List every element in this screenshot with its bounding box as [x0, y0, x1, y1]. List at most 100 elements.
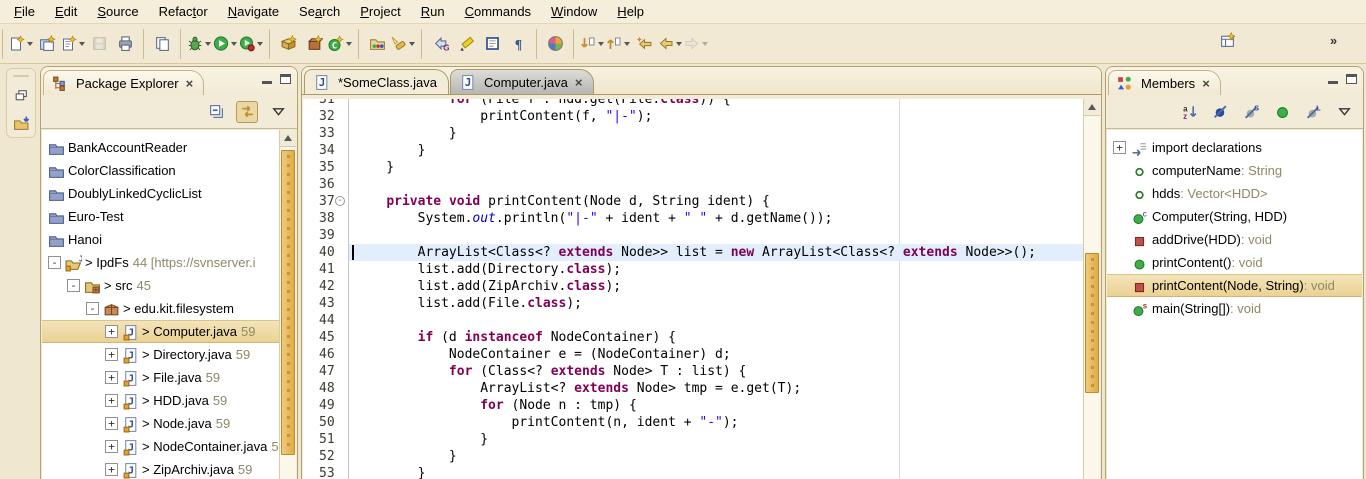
scrollbar-thumb[interactable] [281, 150, 295, 455]
tree-item[interactable]: DoublyLinkedCyclicList [42, 182, 279, 205]
member-item[interactable]: +import declarations [1107, 136, 1362, 159]
toolbar-overflow-button[interactable]: » [1325, 32, 1342, 54]
code-line-43[interactable]: 43 list.add(File.class); [303, 295, 1083, 312]
code-line-41[interactable]: 41 list.add(Directory.class); [303, 261, 1083, 278]
expand-icon[interactable]: + [105, 463, 118, 476]
dropdown-arrow-icon[interactable] [676, 42, 682, 46]
line-number[interactable]: 51 [303, 431, 349, 448]
dropdown-arrow-icon[interactable] [624, 42, 630, 46]
dropdown-arrow-icon[interactable] [598, 42, 604, 46]
collapse-icon[interactable]: - [86, 302, 99, 315]
view-menu-button[interactable] [267, 101, 289, 123]
line-number[interactable]: 38 [303, 210, 349, 227]
dropdown-arrow-icon[interactable] [79, 42, 85, 46]
hide-local-button[interactable]: L [1302, 101, 1324, 123]
member-item[interactable]: addDrive(HDD) : void [1107, 228, 1362, 251]
code-line-36[interactable]: 36 [303, 176, 1083, 193]
line-number[interactable]: 46 [303, 346, 349, 363]
package-explorer-tab[interactable]: Package Explorer × [43, 70, 204, 95]
forward-button[interactable] [684, 32, 708, 56]
package-explorer-scrollbar[interactable] [279, 130, 296, 479]
line-number[interactable]: 40 [303, 244, 349, 261]
minimize-button[interactable] [262, 81, 272, 84]
code-area[interactable]: 31 for (File f : hdd.get(File.class)) {3… [303, 99, 1083, 479]
menu-window[interactable]: Window [541, 2, 607, 21]
line-number[interactable]: 44 [303, 312, 349, 329]
fast-view-handle[interactable] [13, 75, 29, 77]
tree-item[interactable]: +J> ZipArchiv.java59 [42, 458, 279, 479]
dropdown-arrow-icon[interactable] [205, 42, 211, 46]
code-line-33[interactable]: 33 } [303, 125, 1083, 142]
menu-refactor[interactable]: Refactor [149, 2, 218, 21]
member-item[interactable]: computerName : String [1107, 159, 1362, 182]
line-number[interactable]: 47 [303, 363, 349, 380]
code-line-46[interactable]: 46 NodeContainer e = (NodeContainer) d; [303, 346, 1083, 363]
dropdown-arrow-icon[interactable] [702, 42, 708, 46]
member-item[interactable]: printContent(Node, String) : void [1107, 274, 1362, 297]
menu-source[interactable]: Source [87, 2, 148, 21]
code-line-49[interactable]: 49 for (Node n : tmp) { [303, 397, 1083, 414]
code-line-32[interactable]: 32 printContent(f, "|-"); [303, 108, 1083, 125]
line-number[interactable]: 33 [303, 125, 349, 142]
members-tab[interactable]: Members × [1108, 70, 1221, 95]
editor-scrollbar[interactable] [1083, 99, 1100, 479]
view-menu-button[interactable] [1333, 101, 1355, 123]
new-editor-button[interactable] [35, 32, 59, 56]
menu-search[interactable]: Search [289, 2, 350, 21]
tree-item[interactable]: -> edu.kit.filesystem [42, 297, 279, 320]
minimize-button[interactable] [1328, 81, 1338, 84]
line-number[interactable]: 42 [303, 278, 349, 295]
line-number[interactable]: 43 [303, 295, 349, 312]
code-line-40[interactable]: 40 ArrayList<Class<? extends Node>> list… [303, 244, 1083, 261]
maximize-button[interactable] [1346, 74, 1357, 84]
expand-icon[interactable]: + [105, 417, 118, 430]
debug-button[interactable] [187, 32, 211, 56]
hide-static-button[interactable]: S [1240, 101, 1262, 123]
expand-icon[interactable]: + [1113, 141, 1126, 154]
menu-navigate[interactable]: Navigate [218, 2, 289, 21]
line-number[interactable]: 32 [303, 108, 349, 125]
line-number[interactable]: 41 [303, 261, 349, 278]
code-line-45[interactable]: 45 if (d instanceof NodeContainer) { [303, 329, 1083, 346]
menu-edit[interactable]: Edit [45, 2, 87, 21]
dropdown-arrow-icon[interactable] [257, 42, 263, 46]
code-line-42[interactable]: 42 list.add(ZipArchiv.class); [303, 278, 1083, 295]
tree-item[interactable]: BankAccountReader [42, 136, 279, 159]
code-line-53[interactable]: 53 } [303, 465, 1083, 479]
dropdown-arrow-icon[interactable] [409, 42, 415, 46]
mark-occurrences-button[interactable]: G [428, 32, 452, 56]
close-icon[interactable]: × [575, 75, 583, 90]
close-icon[interactable]: × [186, 76, 194, 91]
line-number[interactable]: 39 [303, 227, 349, 244]
code-line-51[interactable]: 51 } [303, 431, 1083, 448]
tree-item[interactable]: -J> IpdFs44 [https://svnserver.i [42, 251, 279, 274]
maximize-button[interactable] [280, 74, 291, 84]
code-line-39[interactable]: 39 [303, 227, 1083, 244]
line-number[interactable]: 53 [303, 465, 349, 479]
new-view-button[interactable] [61, 32, 85, 56]
hide-fields-button[interactable] [1209, 101, 1231, 123]
new-java-project-button[interactable] [276, 32, 300, 56]
collapse-all-button[interactable] [205, 101, 227, 123]
tree-item[interactable]: +J> NodeContainer.java59 [42, 435, 279, 458]
menu-project[interactable]: Project [350, 2, 410, 21]
show-whitespace-button[interactable]: ¶ [506, 32, 530, 56]
line-number[interactable]: 50 [303, 414, 349, 431]
run-button[interactable] [213, 32, 237, 56]
menu-commands[interactable]: Commands [455, 2, 541, 21]
save-button[interactable] [87, 32, 111, 56]
tree-item[interactable]: -> src45 [42, 274, 279, 297]
menu-help[interactable]: Help [607, 2, 654, 21]
tree-item[interactable]: +J> Computer.java59 [42, 320, 279, 343]
browser-button[interactable] [543, 32, 567, 56]
menu-run[interactable]: Run [411, 2, 455, 21]
open-view-button[interactable] [11, 113, 31, 133]
expand-icon[interactable]: + [105, 394, 118, 407]
line-number[interactable]: 45 [303, 329, 349, 346]
expand-icon[interactable]: + [105, 348, 118, 361]
scroll-up-icon[interactable] [1084, 99, 1100, 116]
dropdown-arrow-icon[interactable] [231, 42, 237, 46]
copy-button[interactable] [150, 32, 174, 56]
scrollbar-thumb[interactable] [1085, 253, 1099, 393]
expand-icon[interactable]: + [105, 325, 118, 338]
